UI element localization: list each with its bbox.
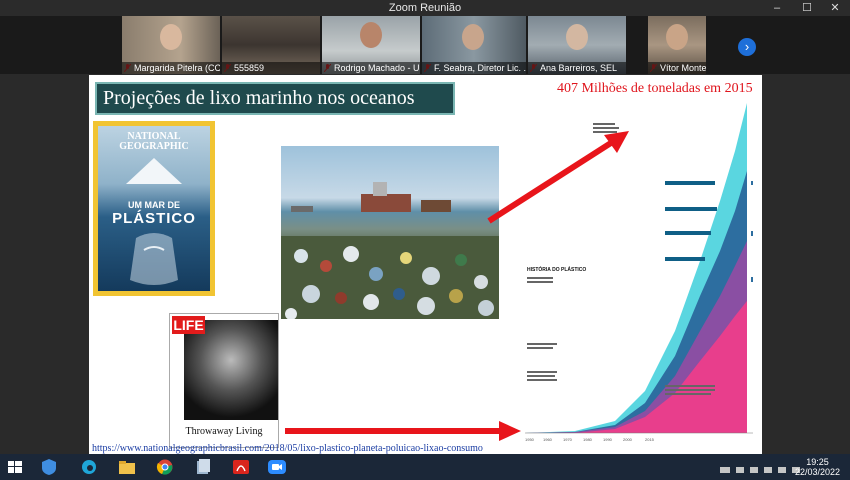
documents-icon[interactable] bbox=[192, 457, 214, 477]
presentation-slide: Projeções de lixo marinho nos oceanos 40… bbox=[89, 75, 762, 455]
participant-name: Ana Barreiros, SEL bbox=[528, 62, 626, 74]
tray-icon[interactable] bbox=[750, 467, 758, 473]
participant-tile[interactable]: Margarida Pitelra (CC... bbox=[122, 16, 220, 74]
participant-tile[interactable]: 555859 bbox=[222, 16, 320, 74]
maximize-button[interactable]: ☐ bbox=[792, 0, 822, 16]
taskbar-clock[interactable]: 19:25 22/03/2022 bbox=[795, 457, 840, 477]
next-page-arrow-icon[interactable]: › bbox=[738, 38, 756, 56]
red-arrow-upper bbox=[487, 138, 616, 224]
network-icon[interactable] bbox=[778, 467, 786, 473]
windows-start-icon[interactable] bbox=[4, 457, 26, 477]
minimize-button[interactable]: – bbox=[762, 0, 792, 16]
tray-icon[interactable] bbox=[764, 467, 772, 473]
tray-icon[interactable] bbox=[720, 467, 730, 473]
close-button[interactable]: ✕ bbox=[820, 0, 850, 16]
edge-browser-icon[interactable] bbox=[78, 457, 100, 477]
file-explorer-icon[interactable] bbox=[116, 457, 138, 477]
red-arrow-lower-head bbox=[499, 421, 521, 441]
participant-name: Vítor Monteiro... bbox=[648, 62, 706, 74]
participant-name: F. Seabra, Diretor Lic. ... bbox=[422, 62, 526, 74]
window-title-bar: Zoom Reunião – ☐ ✕ bbox=[0, 0, 850, 16]
source-url-link[interactable]: https://www.nationalgeographicbrasil.com… bbox=[92, 443, 483, 454]
tray-icon[interactable] bbox=[736, 467, 744, 473]
participant-tile-active-speaker[interactable]: Rodrigo Machado - UN... bbox=[322, 16, 420, 74]
clock-time: 19:25 bbox=[806, 457, 829, 467]
window-title: Zoom Reunião bbox=[388, 2, 462, 14]
zoom-app-icon[interactable] bbox=[266, 457, 288, 477]
participant-name: Margarida Pitelra (CC... bbox=[122, 62, 220, 74]
acrobat-pdf-icon[interactable] bbox=[230, 457, 252, 477]
arrows-overlay bbox=[285, 131, 629, 441]
participant-tile[interactable]: Ana Barreiros, SEL bbox=[528, 16, 626, 74]
participant-name: 555859 bbox=[222, 62, 320, 74]
participant-tile[interactable]: Vítor Monteiro... bbox=[648, 16, 706, 74]
participant-name: Rodrigo Machado - UN... bbox=[322, 62, 420, 74]
participant-tile[interactable]: F. Seabra, Diretor Lic. ... bbox=[422, 16, 526, 74]
clock-date: 22/03/2022 bbox=[794, 467, 840, 477]
security-shield-icon[interactable] bbox=[38, 457, 60, 477]
windows-taskbar: 19:25 22/03/2022 bbox=[0, 454, 850, 480]
chrome-icon[interactable] bbox=[154, 457, 176, 477]
participant-strip: Margarida Pitelra (CC... 555859 Rodrigo … bbox=[0, 16, 850, 74]
